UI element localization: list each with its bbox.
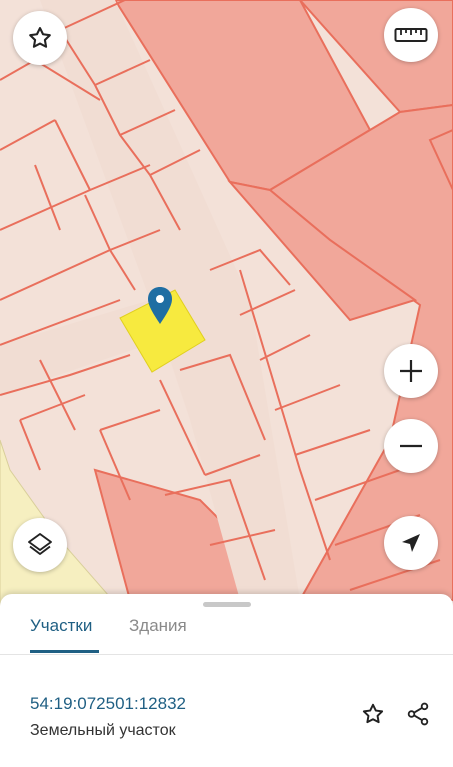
plus-icon [395,355,427,387]
layers-button[interactable] [13,518,67,572]
parcel-info-sheet: Участки Здания 54:19:072501:12832 Земель… [0,594,453,767]
layers-icon [25,530,55,560]
navigation-arrow-icon [398,530,424,556]
tabs-divider [0,654,453,655]
tab-buildings[interactable]: Здания [129,616,187,636]
tab-parcels[interactable]: Участки [30,616,92,636]
sheet-tabs: Участки Здания [0,612,453,654]
zoom-in-button[interactable] [384,344,438,398]
parcel-type-label: Земельный участок [30,722,176,739]
minus-icon [395,430,427,462]
zoom-out-button[interactable] [384,419,438,473]
favorite-parcel-button[interactable] [357,700,389,732]
star-outline-icon [360,701,386,732]
my-location-button[interactable] [384,516,438,570]
cadastral-number-link[interactable]: 54:19:072501:12832 [30,694,186,714]
star-outline-icon [26,24,54,52]
share-icon [405,701,431,732]
favorite-map-button[interactable] [13,11,67,65]
active-tab-indicator [30,650,99,653]
share-button[interactable] [402,700,434,732]
ruler-icon [394,25,428,45]
sheet-drag-handle[interactable] [203,602,251,607]
ruler-button[interactable] [384,8,438,62]
